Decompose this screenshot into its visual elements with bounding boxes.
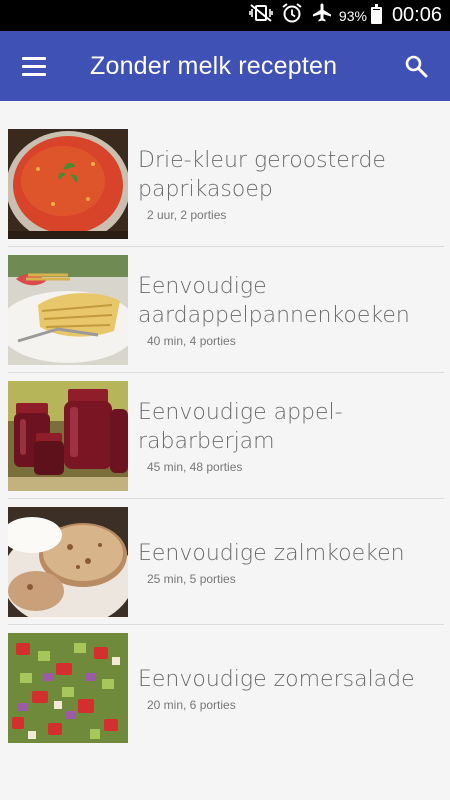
battery-icon (370, 4, 382, 24)
vibrate-silent-icon (249, 3, 273, 28)
recipe-meta: 45 min, 48 porties (147, 460, 243, 474)
hamburger-menu-icon[interactable] (14, 46, 54, 86)
app-bar: Zonder melk recepten (0, 31, 450, 101)
recipe-meta: 20 min, 6 porties (147, 697, 236, 712)
recipe-title: Eenvoudige appel-rabarberjam (138, 400, 343, 454)
status-bar: 93% 00:06 (0, 0, 450, 31)
recipe-thumbnail-summer-salad (8, 633, 128, 743)
recipe-list-item[interactable]: Eenvoudige zalmkoeken 25 min, 5 porties (0, 499, 450, 625)
airplane-mode-icon (311, 2, 333, 29)
recipe-thumbnail-pancakes (8, 255, 128, 365)
recipe-title: Eenvoudige zalmkoeken (138, 540, 405, 566)
recipe-meta: 40 min, 4 porties (147, 334, 236, 348)
recipe-thumbnail-jam (8, 381, 128, 491)
recipe-list-item[interactable]: Eenvoudige zomersalade 20 min, 6 porties (0, 625, 450, 751)
recipe-title: Drie-kleur geroosterde paprikasoep (138, 148, 386, 202)
recipe-thumbnail-salmon-cakes (8, 507, 128, 617)
battery-percent: 93% (338, 7, 367, 24)
recipe-meta: 25 min, 5 porties (147, 571, 236, 586)
recipe-list: Drie-kleur geroosterde paprikasoep 2 uur… (0, 101, 450, 751)
recipe-list-item[interactable]: Eenvoudige appel-rabarberjam 45 min, 48 … (0, 373, 450, 499)
recipe-thumbnail-soup (8, 129, 128, 239)
search-icon[interactable] (396, 46, 436, 86)
recipe-list-item[interactable]: Drie-kleur geroosterde paprikasoep 2 uur… (0, 121, 450, 247)
recipe-title: Eenvoudige zomersalade (138, 666, 415, 692)
alarm-clock-icon (281, 2, 303, 29)
page-title: Zonder melk recepten (90, 51, 338, 80)
recipe-title: Eenvoudige aardappelpannenkoeken (138, 274, 410, 328)
recipe-list-item[interactable]: Eenvoudige aardappelpannenkoeken 40 min,… (0, 247, 450, 373)
clock: 00:06 (391, 4, 442, 26)
recipe-meta: 2 uur, 2 porties (147, 208, 227, 222)
